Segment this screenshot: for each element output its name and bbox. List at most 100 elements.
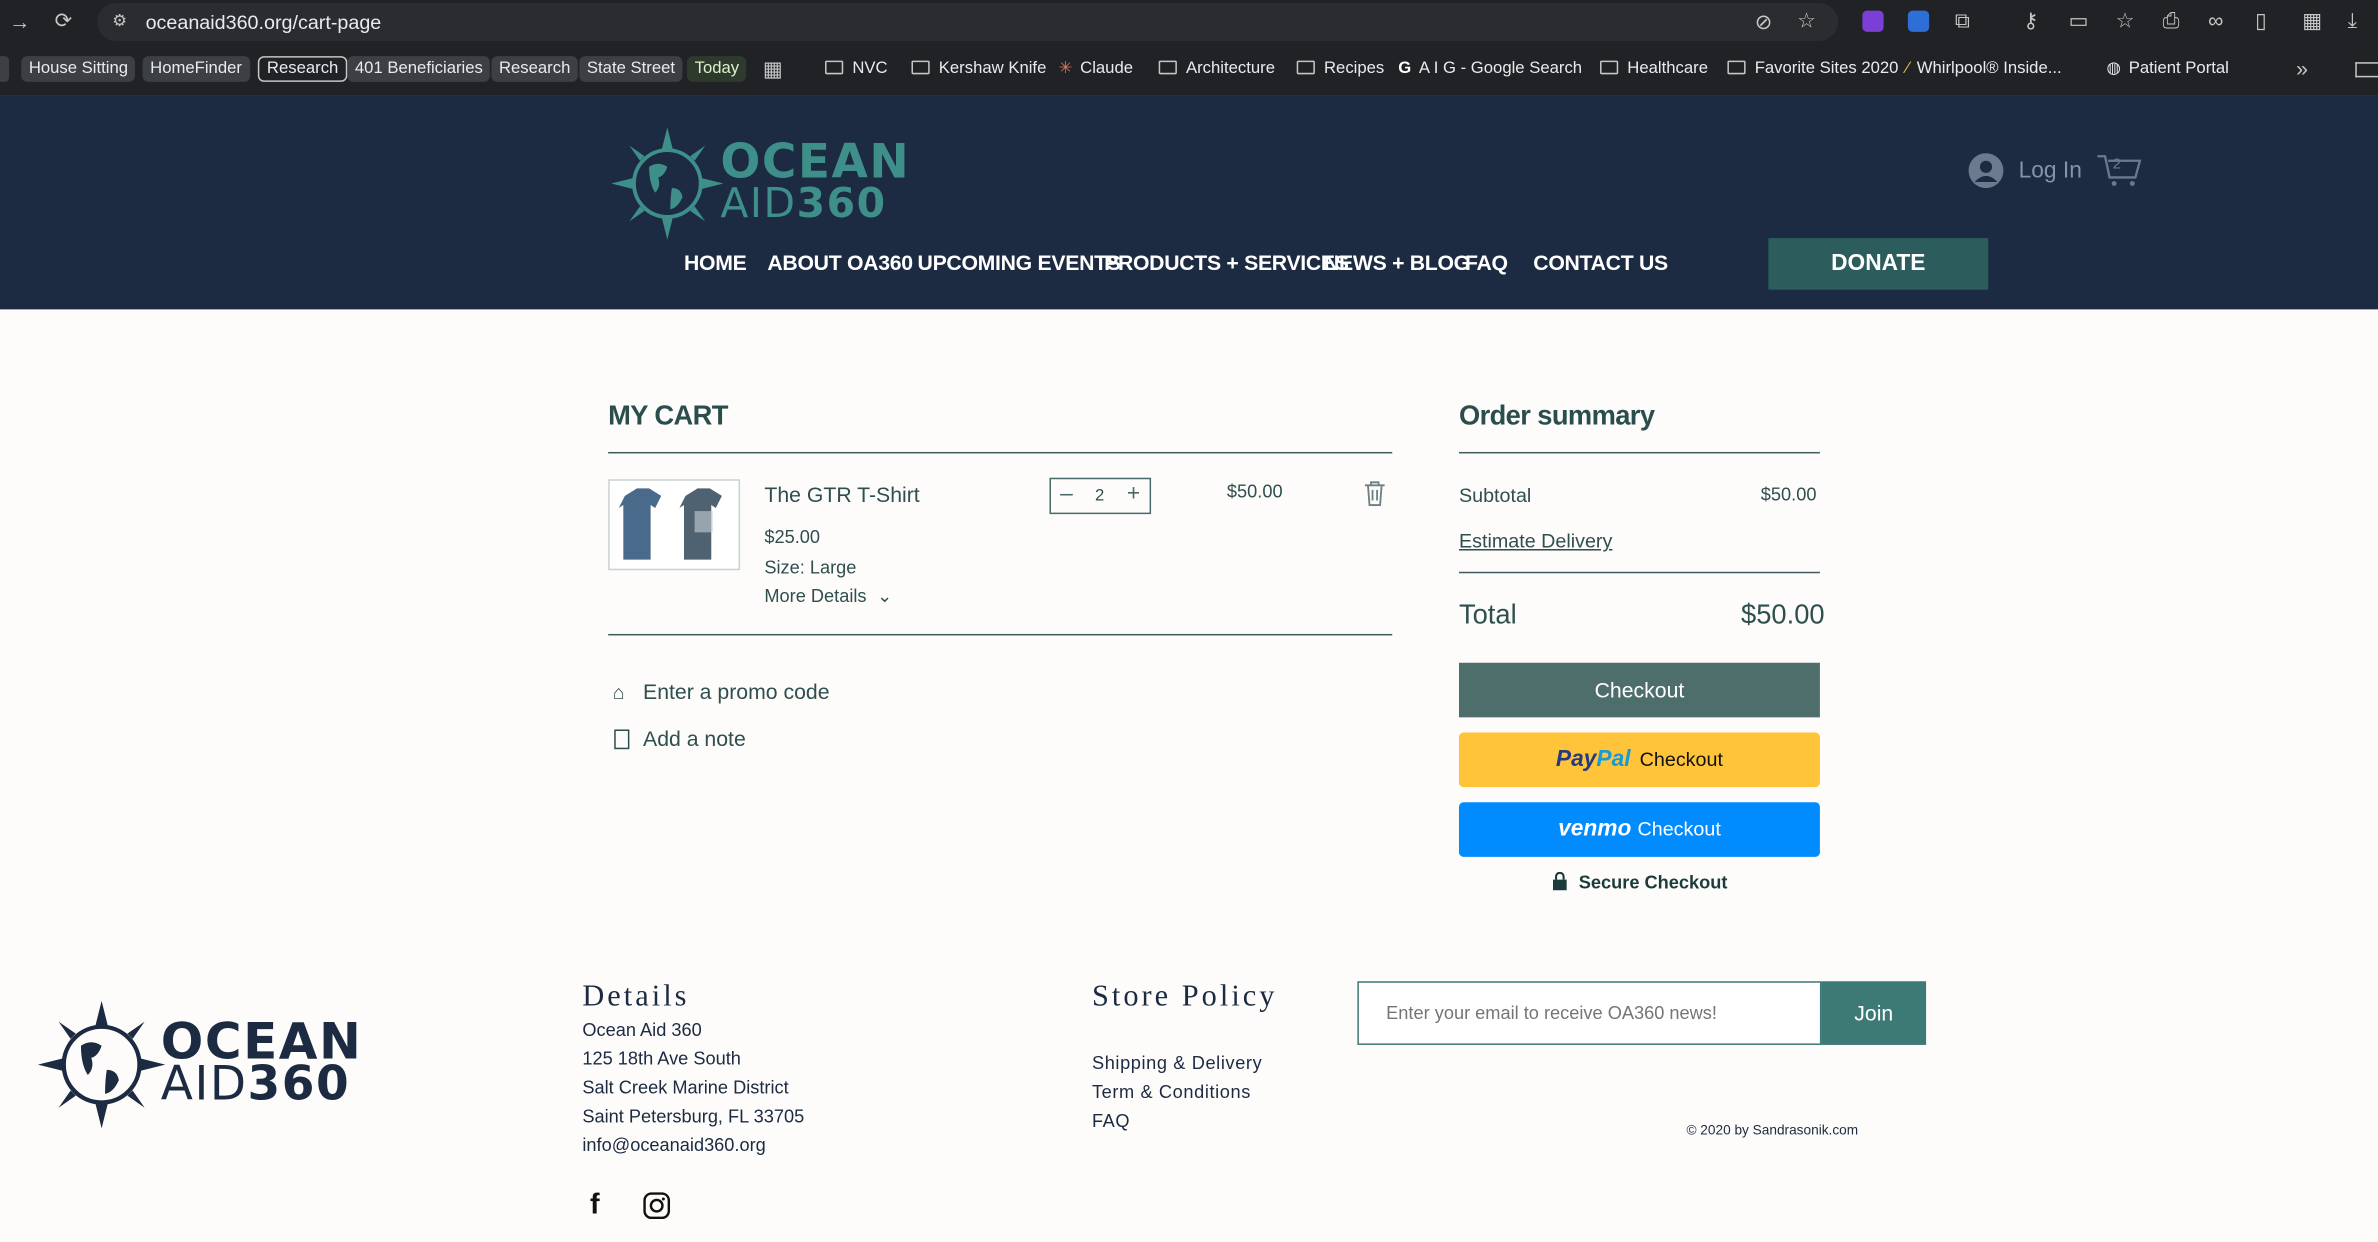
tshirt-image: [618, 488, 722, 560]
footer-details-title: Details: [582, 979, 690, 1014]
bookmark-label: Recipes: [1323, 59, 1385, 78]
bookmark-401-beneficiaries[interactable]: 401 Beneficiaries: [347, 56, 491, 82]
nav-home[interactable]: HOME: [684, 250, 747, 274]
link-icon[interactable]: ∞: [2208, 9, 2223, 30]
footer-store-policy-title: Store Policy: [1091, 979, 1278, 1014]
increase-quantity-button[interactable]: +: [1127, 481, 1140, 507]
donate-button[interactable]: DONATE: [1768, 238, 1989, 290]
more-details-label: More Details: [764, 585, 867, 607]
bookmark-research-2[interactable]: Research: [491, 56, 578, 82]
download-icon[interactable]: ⤓: [2348, 9, 2357, 30]
key-icon[interactable]: ⚷: [2023, 9, 2039, 30]
paypal-checkout-button[interactable]: PayPal Checkout: [1458, 732, 1820, 788]
bookmark-homefinder[interactable]: HomeFinder: [142, 56, 250, 82]
bookmark-label: NVC: [852, 59, 888, 78]
url-text[interactable]: oceanaid360.org/cart-page: [146, 11, 382, 34]
bookmark-label: Whirlpool® Inside...: [1916, 59, 2062, 78]
instagram-icon[interactable]: [643, 1192, 671, 1220]
footer-logo-360: 360: [247, 1057, 351, 1112]
claude-icon: ✳: [1058, 59, 1073, 78]
footer-logo-aid360[interactable]: AID360: [161, 1061, 351, 1109]
newsletter-email-input[interactable]: [1357, 981, 1822, 1045]
bookmark-healthcare[interactable]: Healthcare: [1600, 56, 1708, 82]
forward-icon[interactable]: →: [9, 11, 30, 32]
bookmark-house-sitting[interactable]: House Sitting: [21, 56, 136, 82]
eye-off-icon[interactable]: ⊘: [1755, 11, 1773, 32]
policy-faq-link[interactable]: FAQ: [1092, 1110, 1130, 1131]
bookmark-nvc[interactable]: NVC: [825, 56, 888, 82]
cart-title: MY CART: [608, 400, 728, 431]
google-icon: G: [1398, 59, 1412, 78]
policy-terms-link[interactable]: Term & Conditions: [1092, 1081, 1251, 1102]
bookmark-claude[interactable]: ✳ Claude: [1059, 56, 1133, 82]
facebook-icon[interactable]: f: [590, 1189, 600, 1222]
extension-blue-icon[interactable]: [1907, 10, 1930, 32]
decrease-quantity-button[interactable]: –: [1060, 481, 1073, 507]
favorites-icon[interactable]: ☆: [2116, 9, 2135, 30]
bookmark-star-icon[interactable]: ☆: [1797, 9, 1816, 30]
site-info-icon[interactable]: ⚙: [112, 11, 127, 32]
copyright-text: © 2020 by Sandrasonik.com: [1686, 1122, 1859, 1138]
extension-onenote-icon[interactable]: [1862, 10, 1884, 32]
more-bookmarks-icon[interactable]: »: [2296, 58, 2308, 79]
compass-globe-logo-icon[interactable]: [611, 127, 724, 240]
apps-grid-icon[interactable]: ▦: [763, 58, 783, 79]
reload-icon[interactable]: ⟳: [55, 9, 73, 30]
footer-email-link[interactable]: info@oceanaid360.org: [582, 1134, 765, 1155]
product-thumbnail[interactable]: [608, 479, 741, 571]
print-icon[interactable]: ⎙: [2163, 9, 2180, 30]
venmo-checkout-text: Checkout: [1637, 817, 1721, 841]
user-avatar-icon[interactable]: [1968, 153, 2004, 189]
policy-shipping-link[interactable]: Shipping & Delivery: [1092, 1053, 1262, 1074]
bookmark-label: A I G - Google Search: [1418, 59, 1583, 78]
venmo-checkout-button[interactable]: venmo Checkout: [1458, 802, 1820, 857]
nav-upcoming-events[interactable]: UPCOMING EVENTS: [918, 250, 1121, 274]
extensions-icon[interactable]: ⧉: [1955, 9, 1970, 30]
nav-faq[interactable]: FAQ: [1465, 250, 1508, 274]
cart-divider-bottom: [608, 633, 1393, 636]
folder-icon: [825, 60, 844, 75]
trash-icon[interactable]: [1363, 481, 1386, 507]
bookmark-favorite-sites-2020[interactable]: Favorite Sites 2020: [1727, 56, 1898, 82]
footer-street: 125 18th Ave South: [582, 1047, 741, 1070]
nav-about[interactable]: ABOUT OA360: [767, 250, 913, 274]
other-bookmarks-folder-icon[interactable]: [2355, 62, 2378, 78]
bookmark-architecture[interactable]: Architecture: [1158, 56, 1275, 82]
bookmark-aig-search[interactable]: G A I G - Google Search: [1398, 56, 1582, 82]
login-link[interactable]: Log In: [2019, 158, 2082, 184]
bookmark-state-street[interactable]: State Street: [579, 56, 683, 82]
bookmark-edge[interactable]: [0, 56, 10, 82]
footer-logo-compass-icon[interactable]: [37, 1000, 166, 1129]
card-icon[interactable]: ▭: [2069, 9, 2089, 30]
subtotal-label: Subtotal: [1458, 483, 1532, 507]
bookmark-recipes[interactable]: Recipes: [1296, 56, 1385, 82]
logo-aid: AID: [720, 180, 797, 228]
logo-aid360-text[interactable]: AID360: [720, 184, 886, 225]
bookmark-whirlpool[interactable]: ⁄ Whirlpool® Inside...: [1906, 56, 2061, 82]
more-details-toggle[interactable]: More Details ⌄: [764, 585, 892, 606]
quantity-value[interactable]: 2: [1095, 487, 1104, 505]
bookmark-patient-portal[interactable]: ◍ Patient Portal: [2107, 56, 2229, 82]
quantity-stepper[interactable]: – 2 +: [1049, 477, 1152, 515]
total-label: Total: [1458, 599, 1517, 630]
bookmark-kershaw-knife[interactable]: Kershaw Knife: [911, 56, 1046, 82]
cart-divider-top: [608, 451, 1393, 454]
estimate-delivery-link[interactable]: Estimate Delivery: [1459, 529, 1612, 552]
split-view-icon[interactable]: ▦: [2302, 9, 2322, 30]
product-unit-price: $25.00: [764, 526, 821, 548]
globe-icon: ◍: [2106, 59, 2122, 78]
nav-contact-us[interactable]: CONTACT US: [1533, 250, 1668, 274]
footer-org-name: Ocean Aid 360: [582, 1019, 702, 1041]
product-name[interactable]: The GTR T-Shirt: [764, 482, 919, 506]
join-button[interactable]: Join: [1821, 981, 1927, 1045]
nav-news-blog[interactable]: NEWS + BLOG: [1324, 250, 1470, 274]
bookmark-label: Healthcare: [1627, 59, 1708, 78]
cart-count-badge: 2: [2112, 156, 2122, 173]
footer-district: Salt Creek Marine District: [582, 1076, 789, 1099]
bookmark-research[interactable]: Research: [257, 56, 348, 82]
checkout-button[interactable]: Checkout: [1458, 662, 1820, 718]
nav-products-services[interactable]: PRODUCTS + SERVICES: [1104, 250, 1349, 274]
bookmark-today[interactable]: Today: [687, 56, 747, 82]
devices-icon[interactable]: ▯: [2255, 9, 2267, 30]
chevron-down-icon: ⌄: [877, 585, 893, 607]
